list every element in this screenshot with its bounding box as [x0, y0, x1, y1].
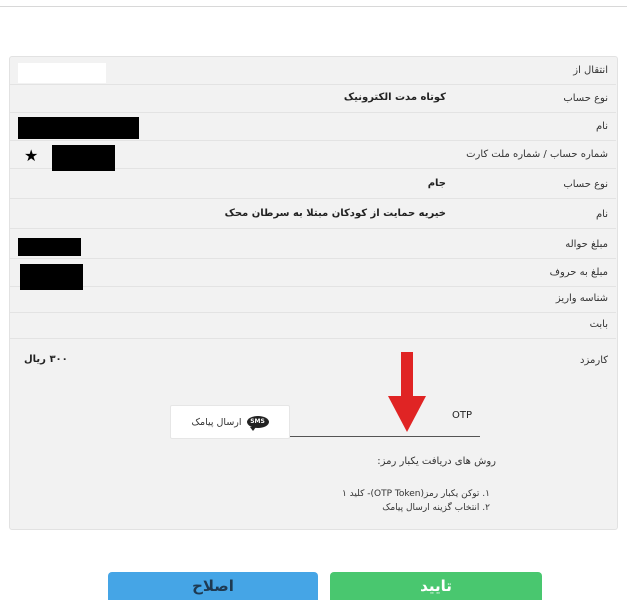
row-label: انتقال از	[573, 65, 608, 76]
row-transfer-amount: مبلغ حواله	[10, 234, 616, 259]
star-icon: ★	[24, 146, 39, 165]
row-label: مبلغ حواله	[565, 239, 608, 250]
edit-button[interactable]: اصلاح	[108, 572, 318, 600]
send-sms-button[interactable]: SMS ارسال پیامک	[170, 405, 290, 439]
row-value: خیریه حمایت از کودکان مبتلا به سرطان محک	[224, 208, 446, 219]
row-name: نام	[10, 116, 616, 141]
otp-method-item: ۱. توکن یکبار رمز(OTP Token)- کلید ۱	[341, 489, 490, 499]
row-label: شماره حساب / شماره ملت کارت	[466, 149, 608, 160]
source-account-field	[18, 63, 106, 83]
row-account-number: شماره حساب / شماره ملت کارت ★	[10, 144, 616, 171]
row-label: کارمزد	[580, 355, 608, 366]
row-label: نام	[595, 209, 608, 220]
redacted-amount	[18, 238, 81, 256]
otp-method-item: ۲. انتخاب گزینه ارسال پیامک	[382, 503, 490, 513]
row-label: بابت	[589, 319, 608, 330]
row-dest-account-type: نوع حساب جام	[10, 174, 616, 199]
row-purpose: بابت	[10, 314, 616, 339]
top-divider	[0, 6, 627, 7]
row-account-type: نوع حساب کوتاه مدت الکترونیک	[10, 88, 616, 113]
row-amount-words: مبلغ به حروف	[10, 262, 616, 290]
row-transfer-from: انتقال از	[10, 60, 616, 85]
row-fee: کارمزد ۳۰۰ ریال	[10, 350, 616, 374]
row-label: نوع حساب	[563, 93, 608, 104]
confirm-button[interactable]: تایید	[330, 572, 542, 600]
redacted-name	[18, 117, 139, 139]
send-sms-label: ارسال پیامک	[191, 416, 242, 428]
redacted-account-number	[52, 145, 115, 171]
row-value: ۳۰۰ ریال	[24, 354, 68, 365]
row-payment-id: شناسه واریز	[10, 288, 616, 313]
otp-methods-title: روش های دریافت یکبار رمز:	[377, 456, 496, 467]
otp-input[interactable]	[290, 420, 480, 437]
redacted-amount-words	[20, 264, 83, 290]
row-label: نوع حساب	[563, 179, 608, 190]
row-label: نام	[595, 121, 608, 132]
row-label: شناسه واریز	[555, 293, 608, 304]
row-dest-name: نام خیریه حمایت از کودکان مبتلا به سرطان…	[10, 204, 616, 229]
row-value: کوتاه مدت الکترونیک	[343, 92, 446, 103]
sms-icon: SMS	[246, 416, 269, 431]
row-label: مبلغ به حروف	[549, 267, 608, 278]
row-value: جام	[427, 178, 446, 189]
